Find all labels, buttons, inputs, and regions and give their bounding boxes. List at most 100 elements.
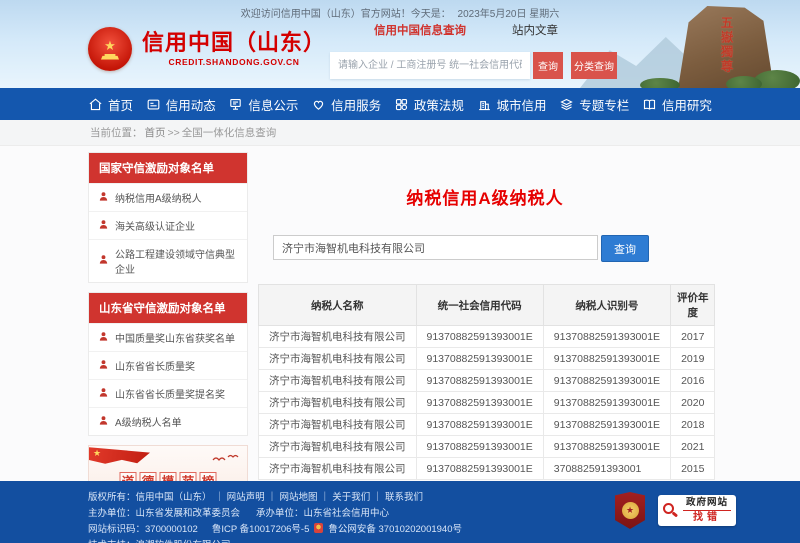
sidebar-item-1-2[interactable]: 山东省省长质量奖提名奖 (89, 379, 247, 407)
welcome-bar: 欢迎访问信用中国（山东）官方网站！今天是： 2023年5月20日 星期六 (0, 0, 800, 20)
footer-links: ｜ 网站声明 ｜ 网站地图 ｜ 关于我们 ｜ 联系我们 (215, 489, 424, 503)
nav-item-label: 信息公示 (248, 95, 298, 114)
welcome-text: 欢迎访问信用中国（山东）官方网站！今天是： (241, 9, 451, 20)
table-cell: 济宁市海智机电科技有限公司 (259, 414, 417, 436)
table-row-4: 济宁市海智机电科技有限公司91370882591393001E913708825… (259, 414, 715, 436)
table-cell: 91370882591393001E (543, 392, 670, 414)
nav-item-label: 专题专栏 (579, 95, 629, 114)
table-cell: 91370882591393001E (416, 436, 543, 458)
sidebar-item-label: 山东省省长质量奖提名奖 (115, 386, 225, 401)
footer-separator: ｜ (215, 492, 227, 503)
nav-item-3[interactable]: 信用服务 (311, 95, 381, 114)
footer-undertaker: 承办单位：山东省社会信用中心 (256, 505, 389, 519)
table-cell: 91370882591393001E (543, 436, 670, 458)
table-row-1: 济宁市海智机电科技有限公司91370882591393001E913708825… (259, 348, 715, 370)
magnifier-icon (663, 503, 678, 518)
nav-item-1[interactable]: 信用动态 (146, 95, 216, 114)
column-header: 评价年度 (671, 285, 715, 326)
sidebar-item-1-3[interactable]: A级纳税人名单 (89, 407, 247, 435)
table-cell: 2016 (671, 370, 715, 392)
footer-police[interactable]: 鲁公网安备 37010202001940号 (328, 521, 462, 535)
table-cell: 91370882591393001E (416, 414, 543, 436)
sidebar-item-0-0[interactable]: 纳税信用A级纳税人 (89, 183, 247, 211)
sidebar: 国家守信激励对象名单纳税信用A级纳税人海关高级认证企业公路工程建设领域守信典型企… (88, 152, 248, 511)
site-title: 信用中国（山东） (142, 31, 326, 55)
column-header: 纳税人名称 (259, 285, 417, 326)
police-emblem-icon (314, 523, 323, 533)
header-search-button[interactable]: 查询 (533, 52, 563, 79)
grid-icon (394, 97, 409, 112)
footer-link-2[interactable]: 关于我们 (332, 492, 370, 503)
footer: 版权所有：信用中国（山东） ｜ 网站声明 ｜ 网站地图 ｜ 关于我们 ｜ 联系我… (0, 481, 800, 543)
book-icon (642, 97, 657, 112)
nav-item-5[interactable]: 城市信用 (477, 95, 547, 114)
news-icon (146, 97, 161, 112)
sidebar-item-label: 纳税信用A级纳税人 (115, 190, 202, 205)
site-header: 五嶽獨尊 欢迎访问信用中国（山东）官方网站！今天是： 2023年5月20日 星期… (0, 0, 800, 88)
sidebar-item-label: 中国质量奖山东省获奖名单 (115, 330, 235, 345)
birds-icon (211, 451, 241, 469)
sidebar-item-1-1[interactable]: 山东省省长质量奖 (89, 351, 247, 379)
table-cell: 91370882591393001E (543, 370, 670, 392)
footer-icp[interactable]: 鲁ICP 备10017206号-5 (212, 521, 310, 535)
person-badge-icon (98, 387, 109, 401)
nav-item-label: 城市信用 (497, 95, 547, 114)
table-cell: 2018 (671, 414, 715, 436)
sidebar-item-label: A级纳税人名单 (115, 414, 182, 429)
layers-icon (559, 97, 574, 112)
person-badge-icon (98, 415, 109, 429)
person-badge-icon (98, 219, 109, 233)
footer-link-0[interactable]: 网站声明 (227, 492, 265, 503)
company-query-button[interactable]: 查询 (601, 235, 649, 262)
national-emblem-icon: ★ (88, 27, 132, 71)
site-brand: ★ 信用中国（山东） CREDIT.SHANDONG.GOV.CN (88, 27, 326, 71)
table-cell: 济宁市海智机电科技有限公司 (259, 348, 417, 370)
breadcrumb-label: 当前位置： (90, 125, 143, 140)
person-badge-icon (98, 331, 109, 345)
category-search-button[interactable]: 分类查询 (571, 52, 617, 79)
column-header: 统一社会信用代码 (416, 285, 543, 326)
nav-item-6[interactable]: 专题专栏 (559, 95, 629, 114)
site-domain: CREDIT.SHANDONG.GOV.CN (142, 57, 326, 67)
nav-item-0[interactable]: 首页 (88, 95, 133, 114)
table-row-0: 济宁市海智机电科技有限公司91370882591393001E913708825… (259, 326, 715, 348)
table-row-6: 济宁市海智机电科技有限公司91370882591393001E370882591… (259, 458, 715, 480)
footer-link-3[interactable]: 联系我们 (385, 492, 423, 503)
breadcrumb-separator: >> (168, 127, 180, 139)
table-cell: 济宁市海智机电科技有限公司 (259, 326, 417, 348)
nav-item-7[interactable]: 信用研究 (642, 95, 712, 114)
red-flag-icon: ★ (88, 447, 150, 475)
table-cell: 91370882591393001E (416, 326, 543, 348)
footer-organizer: 主办单位：山东省发展和改革委员会 (88, 505, 240, 519)
tab-credit-info-query[interactable]: 信用中国信息查询 (374, 22, 466, 38)
table-cell: 济宁市海智机电科技有限公司 (259, 458, 417, 480)
gov-site-error-badge[interactable]: 政府网站 找错 (658, 495, 736, 526)
board-icon (228, 97, 243, 112)
table-row-3: 济宁市海智机电科技有限公司91370882591393001E913708825… (259, 392, 715, 414)
badge-line2: 找错 (693, 513, 721, 523)
nav-item-2[interactable]: 信息公示 (228, 95, 298, 114)
footer-copyright: 版权所有：信用中国（山东） (88, 489, 212, 503)
home-icon (88, 97, 103, 112)
nav-item-label: 信用研究 (662, 95, 712, 114)
badge-line1: 政府网站 (686, 498, 728, 508)
sidebar-item-0-1[interactable]: 海关高级认证企业 (89, 211, 247, 239)
nav-items: 首页信用动态 信息公示信用服务政策法规 城市信用 专题专栏 信用研究 (88, 88, 712, 120)
sidebar-item-1-0[interactable]: 中国质量奖山东省获奖名单 (89, 323, 247, 351)
company-query-input[interactable] (273, 235, 598, 260)
table-cell: 济宁市海智机电科技有限公司 (259, 392, 417, 414)
sidebar-item-0-2[interactable]: 公路工程建设领域守信典型企业 (89, 239, 247, 282)
foliage (640, 78, 680, 88)
sidebar-item-label: 公路工程建设领域守信典型企业 (115, 246, 238, 276)
footer-link-1[interactable]: 网站地图 (279, 492, 317, 503)
sidebar-section-title: 山东省守信激励对象名单 (89, 293, 247, 323)
table-cell: 济宁市海智机电科技有限公司 (259, 370, 417, 392)
gov-shield-badge[interactable]: ★ (615, 492, 645, 529)
table-cell: 91370882591393001E (416, 370, 543, 392)
sidebar-item-label: 海关高级认证企业 (115, 218, 195, 233)
breadcrumb-home-link[interactable]: 首页 (145, 125, 166, 140)
tab-site-articles[interactable]: 站内文章 (512, 22, 558, 38)
nav-item-label: 首页 (108, 95, 133, 114)
header-search-block: 信用中国信息查询 站内文章 查询 分类查询 (330, 22, 622, 79)
nav-item-4[interactable]: 政策法规 (394, 95, 464, 114)
